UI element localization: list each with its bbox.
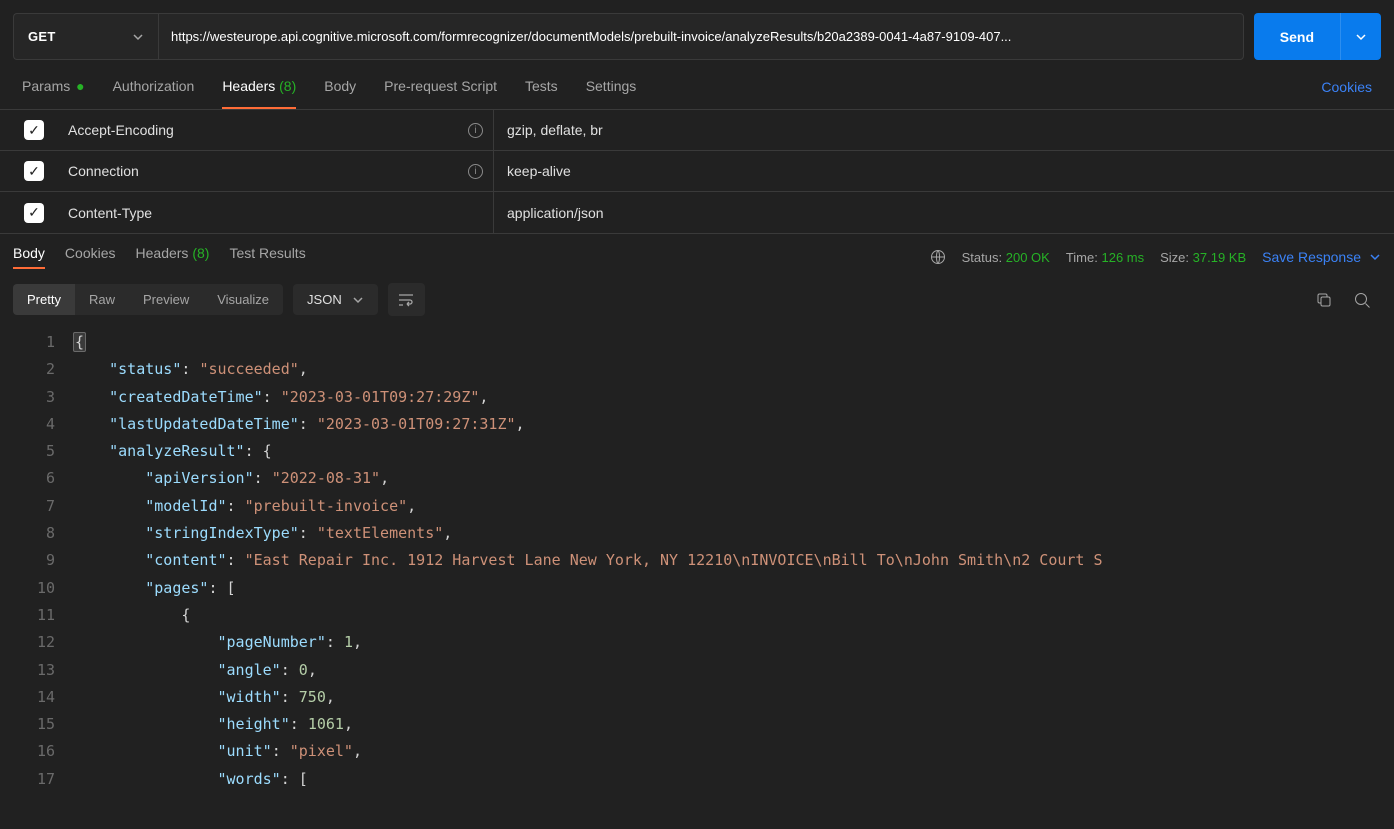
info-icon[interactable]: i — [468, 164, 483, 179]
method-value: GET — [28, 29, 56, 44]
search-icon[interactable] — [1353, 291, 1371, 309]
header-value[interactable]: gzip, deflate, br — [493, 110, 1394, 150]
resp-tab-headers[interactable]: Headers (8) — [136, 245, 210, 269]
resp-tab-test-results[interactable]: Test Results — [229, 245, 305, 269]
request-tabs: Params ● Authorization Headers (8) Body … — [0, 60, 1394, 110]
header-value[interactable]: keep-alive — [493, 151, 1394, 191]
header-key[interactable]: Connectioni — [68, 163, 493, 179]
params-dot: ● — [72, 78, 84, 94]
view-preview[interactable]: Preview — [129, 284, 203, 315]
code-viewer[interactable]: 1234567891011121314151617 { "status": "s… — [0, 326, 1394, 793]
info-icon[interactable]: i — [468, 123, 483, 138]
tab-headers[interactable]: Headers (8) — [222, 78, 296, 109]
send-button-group: Send — [1254, 13, 1381, 60]
tab-prerequest[interactable]: Pre-request Script — [384, 78, 497, 109]
globe-icon[interactable] — [930, 249, 946, 265]
response-meta: Status: 200 OK Time: 126 ms Size: 37.19 … — [930, 249, 1381, 265]
tab-body[interactable]: Body — [324, 78, 356, 109]
table-row: ✓ Accept-Encodingi gzip, deflate, br — [0, 110, 1394, 151]
header-value[interactable]: application/json — [493, 192, 1394, 233]
checkbox[interactable]: ✓ — [24, 161, 44, 181]
response-bar: Body Cookies Headers (8) Test Results St… — [0, 234, 1394, 273]
time-value: 126 ms — [1101, 250, 1144, 265]
line-gutter: 1234567891011121314151617 — [13, 326, 73, 793]
table-row: ✓ Content-Type application/json — [0, 192, 1394, 233]
url-input[interactable]: https://westeurope.api.cognitive.microso… — [158, 13, 1244, 60]
send-button[interactable]: Send — [1254, 13, 1340, 60]
wrap-lines-button[interactable] — [388, 283, 425, 316]
resp-tab-cookies[interactable]: Cookies — [65, 245, 116, 269]
method-select[interactable]: GET — [13, 13, 158, 60]
checkbox[interactable]: ✓ — [24, 120, 44, 140]
status-value: 200 OK — [1006, 250, 1050, 265]
resp-tab-body[interactable]: Body — [13, 245, 45, 269]
body-toolbar: Pretty Raw Preview Visualize JSON — [0, 273, 1394, 326]
tab-settings[interactable]: Settings — [586, 78, 637, 109]
request-bar: GET https://westeurope.api.cognitive.mic… — [0, 0, 1394, 60]
tab-params[interactable]: Params ● — [22, 78, 85, 109]
header-key[interactable]: Content-Type — [68, 205, 493, 221]
view-raw[interactable]: Raw — [75, 284, 129, 315]
cookies-link[interactable]: Cookies — [1321, 79, 1372, 108]
tab-authorization[interactable]: Authorization — [113, 78, 195, 109]
wrap-icon — [398, 293, 414, 307]
chevron-down-icon — [352, 294, 364, 306]
tab-tests[interactable]: Tests — [525, 78, 558, 109]
size-value: 37.19 KB — [1193, 250, 1247, 265]
chevron-down-icon — [132, 31, 144, 43]
checkbox[interactable]: ✓ — [24, 203, 44, 223]
view-visualize[interactable]: Visualize — [203, 284, 283, 315]
save-response[interactable]: Save Response — [1262, 249, 1381, 265]
header-key[interactable]: Accept-Encodingi — [68, 122, 493, 138]
view-pretty[interactable]: Pretty — [13, 284, 75, 315]
format-select[interactable]: JSON — [293, 284, 378, 315]
copy-icon[interactable] — [1315, 291, 1333, 309]
code-content: { "status": "succeeded", "createdDateTim… — [73, 326, 1394, 793]
chevron-down-icon — [1355, 31, 1367, 43]
send-dropdown[interactable] — [1340, 13, 1381, 60]
chevron-down-icon — [1369, 251, 1381, 263]
table-row: ✓ Connectioni keep-alive — [0, 151, 1394, 192]
headers-table: ✓ Accept-Encodingi gzip, deflate, br ✓ C… — [0, 110, 1394, 234]
url-value: https://westeurope.api.cognitive.microso… — [171, 29, 1011, 44]
view-mode-group: Pretty Raw Preview Visualize — [13, 284, 283, 315]
